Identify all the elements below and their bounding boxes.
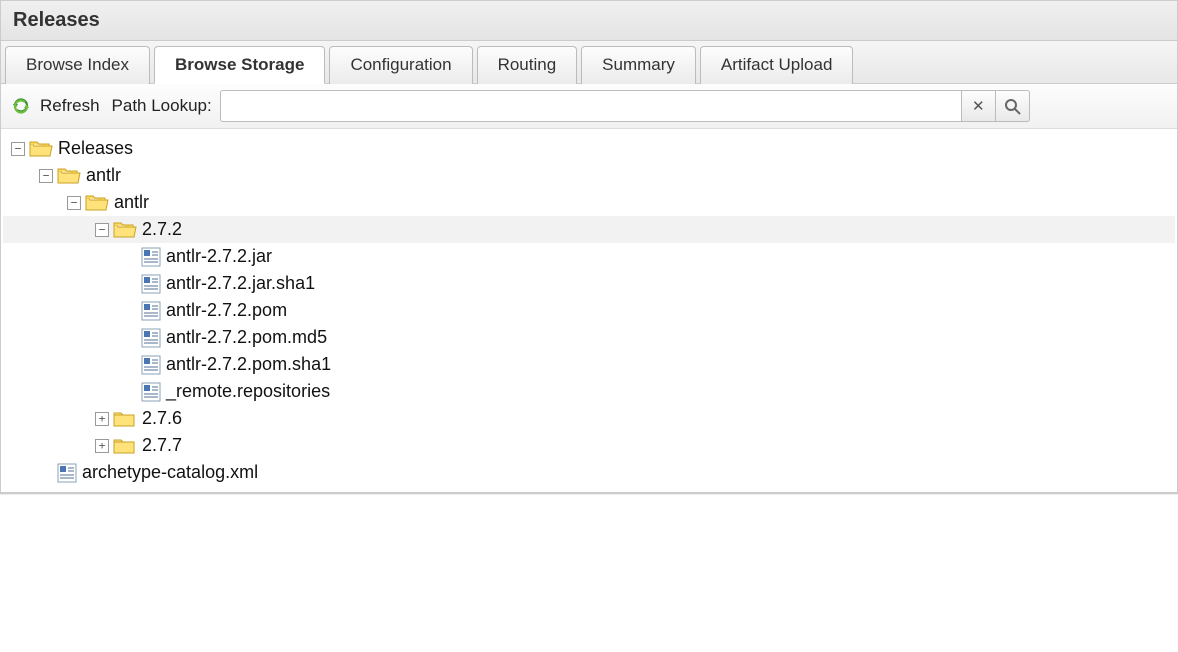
refresh-button[interactable]: Refresh <box>11 96 100 116</box>
search-icon <box>1003 97 1021 115</box>
folder-closed-icon <box>113 436 137 456</box>
panel-title: Releases <box>1 1 1177 41</box>
panel-bottom-border <box>0 493 1178 495</box>
tree-node[interactable]: antlr-2.7.2.jar <box>3 243 1175 270</box>
tab-summary[interactable]: Summary <box>581 46 696 84</box>
expand-toggle[interactable]: + <box>95 412 109 426</box>
tree-node[interactable]: +2.7.7 <box>3 432 1175 459</box>
tab-artifact-upload[interactable]: Artifact Upload <box>700 46 854 84</box>
close-icon: ✕ <box>972 97 985 115</box>
tree-node-label: antlr <box>114 192 149 213</box>
tab-browse-index[interactable]: Browse Index <box>5 46 150 84</box>
tree-node-label: archetype-catalog.xml <box>82 462 258 483</box>
folder-open-icon <box>85 193 109 213</box>
file-icon <box>57 463 77 483</box>
tree-node-label: antlr-2.7.2.pom <box>166 300 287 321</box>
collapse-toggle[interactable]: − <box>67 196 81 210</box>
path-lookup-label: Path Lookup: <box>112 96 212 116</box>
file-icon <box>141 328 161 348</box>
tab-bar: Browse IndexBrowse StorageConfigurationR… <box>1 41 1177 84</box>
file-icon <box>141 274 161 294</box>
folder-open-icon <box>57 166 81 186</box>
tab-browse-storage[interactable]: Browse Storage <box>154 46 325 84</box>
repository-tree: −Releases−antlr−antlr−2.7.2antlr-2.7.2.j… <box>1 129 1177 492</box>
tree-node-label: antlr <box>86 165 121 186</box>
folder-open-icon <box>113 220 137 240</box>
tree-node[interactable]: +2.7.6 <box>3 405 1175 432</box>
tree-node[interactable]: antlr-2.7.2.jar.sha1 <box>3 270 1175 297</box>
tree-node-label: antlr-2.7.2.jar.sha1 <box>166 273 315 294</box>
file-icon <box>141 301 161 321</box>
collapse-toggle[interactable]: − <box>11 142 25 156</box>
file-icon <box>141 382 161 402</box>
tree-node-label: 2.7.6 <box>142 408 182 429</box>
tab-configuration[interactable]: Configuration <box>329 46 472 84</box>
path-lookup-input[interactable] <box>220 90 962 122</box>
tree-node[interactable]: − antlr <box>3 162 1175 189</box>
refresh-label: Refresh <box>40 96 100 116</box>
collapse-toggle[interactable]: − <box>95 223 109 237</box>
tree-node[interactable]: antlr-2.7.2.pom.sha1 <box>3 351 1175 378</box>
tree-node[interactable]: _remote.repositories <box>3 378 1175 405</box>
tree-node[interactable]: − Releases <box>3 135 1175 162</box>
tree-node-label: antlr-2.7.2.pom.sha1 <box>166 354 331 375</box>
tree-node-label: antlr-2.7.2.pom.md5 <box>166 327 327 348</box>
tree-node-label: _remote.repositories <box>166 381 330 402</box>
refresh-icon <box>11 96 31 116</box>
clear-lookup-button[interactable]: ✕ <box>962 90 996 122</box>
tree-node[interactable]: − 2.7.2 <box>3 216 1175 243</box>
file-icon <box>141 247 161 267</box>
tree-node-label: 2.7.2 <box>142 219 182 240</box>
tree-node[interactable]: antlr-2.7.2.pom <box>3 297 1175 324</box>
tree-node-label: antlr-2.7.2.jar <box>166 246 272 267</box>
tree-node[interactable]: antlr-2.7.2.pom.md5 <box>3 324 1175 351</box>
expand-toggle[interactable]: + <box>95 439 109 453</box>
tree-node-label: 2.7.7 <box>142 435 182 456</box>
releases-panel: Releases Browse IndexBrowse StorageConfi… <box>0 0 1178 493</box>
toolbar: Refresh Path Lookup: ✕ <box>1 84 1177 129</box>
tree-node-label: Releases <box>58 138 133 159</box>
file-icon <box>141 355 161 375</box>
folder-open-icon <box>29 139 53 159</box>
search-lookup-button[interactable] <box>996 90 1030 122</box>
tree-node[interactable]: archetype-catalog.xml <box>3 459 1175 486</box>
collapse-toggle[interactable]: − <box>39 169 53 183</box>
tree-node[interactable]: − antlr <box>3 189 1175 216</box>
tab-routing[interactable]: Routing <box>477 46 578 84</box>
folder-closed-icon <box>113 409 137 429</box>
path-lookup-group: ✕ <box>220 90 1030 122</box>
